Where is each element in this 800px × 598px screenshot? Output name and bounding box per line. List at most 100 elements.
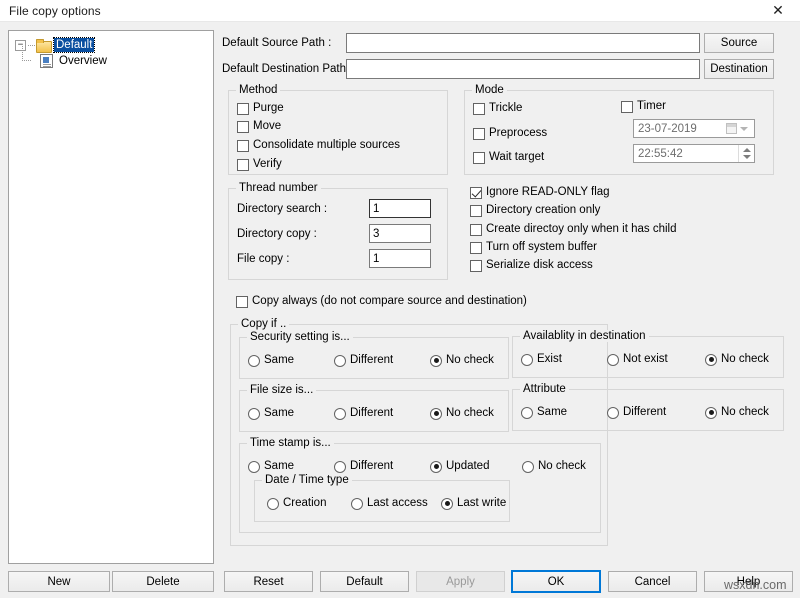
checkbox-copy-always[interactable]: Copy always (do not compare source and d… <box>236 295 527 308</box>
destination-button[interactable]: Destination <box>704 59 774 79</box>
radio-label: Same <box>264 354 294 367</box>
tree-item-overview-label: Overview <box>57 54 109 68</box>
date-picker-dropdown[interactable] <box>720 120 754 137</box>
radio-timestamp-same[interactable]: Same <box>248 460 294 473</box>
radio-label: Different <box>350 407 393 420</box>
checkbox-create-directory-only-when-it-has-child[interactable]: Create directoy only when it has child <box>470 223 677 236</box>
timer-time-field[interactable]: 22:55:42 <box>633 144 755 163</box>
radio-security-different[interactable]: Different <box>334 354 393 367</box>
checkbox-ignore-read-only-flag[interactable]: Ignore READ-ONLY flag <box>470 186 610 199</box>
chevron-down-icon[interactable] <box>743 155 751 159</box>
radio-security-no-check[interactable]: No check <box>430 354 494 367</box>
checkbox-box <box>470 205 482 217</box>
default-source-path-input[interactable] <box>346 33 700 53</box>
radio-circle <box>607 407 619 419</box>
radio-label: Last access <box>367 497 428 510</box>
radio-attribute-different[interactable]: Different <box>607 406 666 419</box>
radio-datetime-creation[interactable]: Creation <box>267 497 326 510</box>
chevron-down-icon <box>740 127 748 131</box>
new-button[interactable]: New <box>8 571 110 592</box>
thread-number-group-title: Thread number <box>236 182 321 194</box>
checkbox-turn-off-system-buffer[interactable]: Turn off system buffer <box>470 241 597 254</box>
folder-icon <box>36 39 51 52</box>
checkbox-verify[interactable]: Verify <box>237 158 282 171</box>
checkbox-move[interactable]: Move <box>237 120 281 133</box>
radio-attribute-same[interactable]: Same <box>521 406 567 419</box>
radio-circle <box>248 355 260 367</box>
file-copy-options-dialog: File copy options ✕ − Default Overview D… <box>0 0 800 598</box>
default-destination-path-input[interactable] <box>346 59 700 79</box>
file-copy-label: File copy : <box>237 253 289 266</box>
radio-circle <box>521 407 533 419</box>
radio-circle <box>248 408 260 420</box>
checkbox-serialize-disk-access[interactable]: Serialize disk access <box>470 259 593 272</box>
radio-circle <box>705 354 717 366</box>
radio-circle <box>334 355 346 367</box>
profile-tree-panel[interactable]: − Default Overview <box>8 30 214 564</box>
delete-button[interactable]: Delete <box>112 571 214 592</box>
time-stepper[interactable] <box>738 145 754 162</box>
radio-availability-not-exist[interactable]: Not exist <box>607 353 668 366</box>
radio-timestamp-different[interactable]: Different <box>334 460 393 473</box>
help-button[interactable]: Help <box>704 571 793 592</box>
checkbox-preprocess[interactable]: Preprocess <box>473 127 547 140</box>
radio-availability-exist[interactable]: Exist <box>521 353 562 366</box>
directory-copy-input[interactable] <box>369 224 431 243</box>
directory-search-label: Directory search : <box>237 203 327 216</box>
security-setting-groupbox: Security setting is... Same Different No… <box>239 337 509 379</box>
checkbox-label: Consolidate multiple sources <box>253 139 400 152</box>
checkbox-label: Timer <box>637 100 666 113</box>
checkbox-box <box>237 140 249 152</box>
availability-group-title: Availablity in destination <box>520 330 649 342</box>
radio-filesize-same[interactable]: Same <box>248 407 294 420</box>
tree-item-overview[interactable]: Overview <box>39 53 109 69</box>
checkbox-directory-creation-only[interactable]: Directory creation only <box>470 204 600 217</box>
radio-datetime-last-write[interactable]: Last write <box>441 497 506 510</box>
radio-availability-no-check[interactable]: No check <box>705 353 769 366</box>
mode-groupbox: Mode Trickle Preprocess Wait target Time… <box>464 90 774 175</box>
timer-date-field[interactable]: 23-07-2019 <box>633 119 755 138</box>
radio-label: Same <box>264 407 294 420</box>
reset-button[interactable]: Reset <box>224 571 313 592</box>
default-button[interactable]: Default <box>320 571 409 592</box>
radio-datetime-last-access[interactable]: Last access <box>351 497 428 510</box>
checkbox-box <box>470 187 482 199</box>
cancel-button[interactable]: Cancel <box>608 571 697 592</box>
radio-filesize-no-check[interactable]: No check <box>430 407 494 420</box>
close-icon[interactable]: ✕ <box>756 0 800 22</box>
radio-circle <box>705 407 717 419</box>
attribute-group-title: Attribute <box>520 383 569 395</box>
directory-search-input[interactable] <box>369 199 431 218</box>
file-size-groupbox: File size is... Same Different No check <box>239 390 509 432</box>
file-copy-input[interactable] <box>369 249 431 268</box>
radio-timestamp-no-check[interactable]: No check <box>522 460 586 473</box>
checkbox-label: Directory creation only <box>486 204 600 217</box>
radio-label: Last write <box>457 497 506 510</box>
checkbox-box <box>237 121 249 133</box>
radio-filesize-different[interactable]: Different <box>334 407 393 420</box>
ok-button[interactable]: OK <box>511 570 601 593</box>
method-group-title: Method <box>236 84 280 96</box>
checkbox-purge[interactable]: Purge <box>237 102 284 115</box>
radio-circle <box>430 355 442 367</box>
radio-timestamp-updated[interactable]: Updated <box>430 460 489 473</box>
radio-label: No check <box>721 406 769 419</box>
checkbox-label: Preprocess <box>489 127 547 140</box>
radio-circle <box>441 498 453 510</box>
checkbox-consolidate-multiple-sources[interactable]: Consolidate multiple sources <box>237 139 400 152</box>
checkbox-trickle[interactable]: Trickle <box>473 102 522 115</box>
checkbox-box <box>473 152 485 164</box>
checkbox-wait-target[interactable]: Wait target <box>473 151 544 164</box>
radio-circle <box>430 408 442 420</box>
radio-security-same[interactable]: Same <box>248 354 294 367</box>
checkbox-label: Trickle <box>489 102 522 115</box>
checkbox-box <box>473 103 485 115</box>
source-button[interactable]: Source <box>704 33 774 53</box>
radio-attribute-no-check[interactable]: No check <box>705 406 769 419</box>
radio-label: No check <box>446 354 494 367</box>
chevron-up-icon[interactable] <box>743 148 751 152</box>
radio-circle <box>267 498 279 510</box>
checkbox-timer[interactable]: Timer <box>621 100 666 113</box>
radio-circle <box>248 461 260 473</box>
checkbox-label: Purge <box>253 102 284 115</box>
